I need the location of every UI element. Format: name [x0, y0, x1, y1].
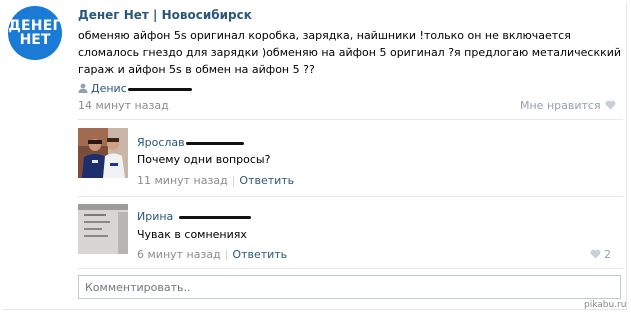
- heart-icon: [590, 249, 601, 259]
- redaction-scribble: [185, 141, 244, 145]
- group-name-link[interactable]: Денег Нет | Новосибирск: [78, 8, 252, 22]
- comment-avatar[interactable]: [78, 128, 128, 178]
- comment-time[interactable]: 6 минут назад: [137, 248, 221, 261]
- comment-text: Чувак в сомнениях: [137, 228, 247, 241]
- comment-author-name[interactable]: Ярослав: [137, 136, 185, 149]
- comment-like-count: 2: [604, 248, 611, 261]
- separator: |: [224, 248, 229, 261]
- post-author[interactable]: Денис: [78, 82, 192, 95]
- post-text: обменяю айфон 5s оригинал коробка, заряд…: [78, 29, 622, 76]
- avatar-photo-image: [78, 204, 128, 254]
- comment-input[interactable]: Комментировать..: [78, 275, 621, 299]
- like-label: Мне нравится: [520, 99, 601, 112]
- comment-avatar[interactable]: [78, 204, 128, 254]
- group-logo-line2: НЕТ: [19, 32, 51, 48]
- post-time[interactable]: 14 минут назад: [78, 99, 169, 112]
- reply-link[interactable]: Ответить: [232, 248, 287, 261]
- comment-meta: 6 минут назад | Ответить: [137, 248, 287, 261]
- reply-link[interactable]: Ответить: [239, 174, 294, 187]
- comment-text: Почему одни вопросы?: [137, 153, 271, 166]
- comment-time[interactable]: 11 минут назад: [137, 174, 228, 187]
- redaction-scribble: [127, 87, 192, 91]
- separator: |: [231, 174, 236, 187]
- watermark: pikabu.ru: [584, 300, 627, 310]
- comment-author[interactable]: Ирина: [137, 210, 252, 223]
- divider: [78, 196, 623, 197]
- person-icon: [78, 83, 88, 93]
- heart-icon: [605, 100, 616, 110]
- comment-like-button[interactable]: 2: [590, 248, 611, 261]
- comment-meta: 11 минут назад | Ответить: [137, 174, 294, 187]
- avatar-photo-image: [78, 128, 128, 178]
- divider: [78, 268, 623, 269]
- comment-author[interactable]: Ярослав: [137, 136, 244, 149]
- group-logo-line1: ДЕНЕГ: [8, 18, 62, 34]
- redaction-scribble: [179, 215, 252, 219]
- post-author-name[interactable]: Денис: [91, 82, 127, 95]
- divider: [78, 119, 623, 120]
- comment-author-name[interactable]: Ирина: [137, 210, 173, 223]
- like-button[interactable]: Мне нравится: [520, 99, 616, 112]
- group-logo[interactable]: ДЕНЕГ НЕТ: [8, 6, 62, 60]
